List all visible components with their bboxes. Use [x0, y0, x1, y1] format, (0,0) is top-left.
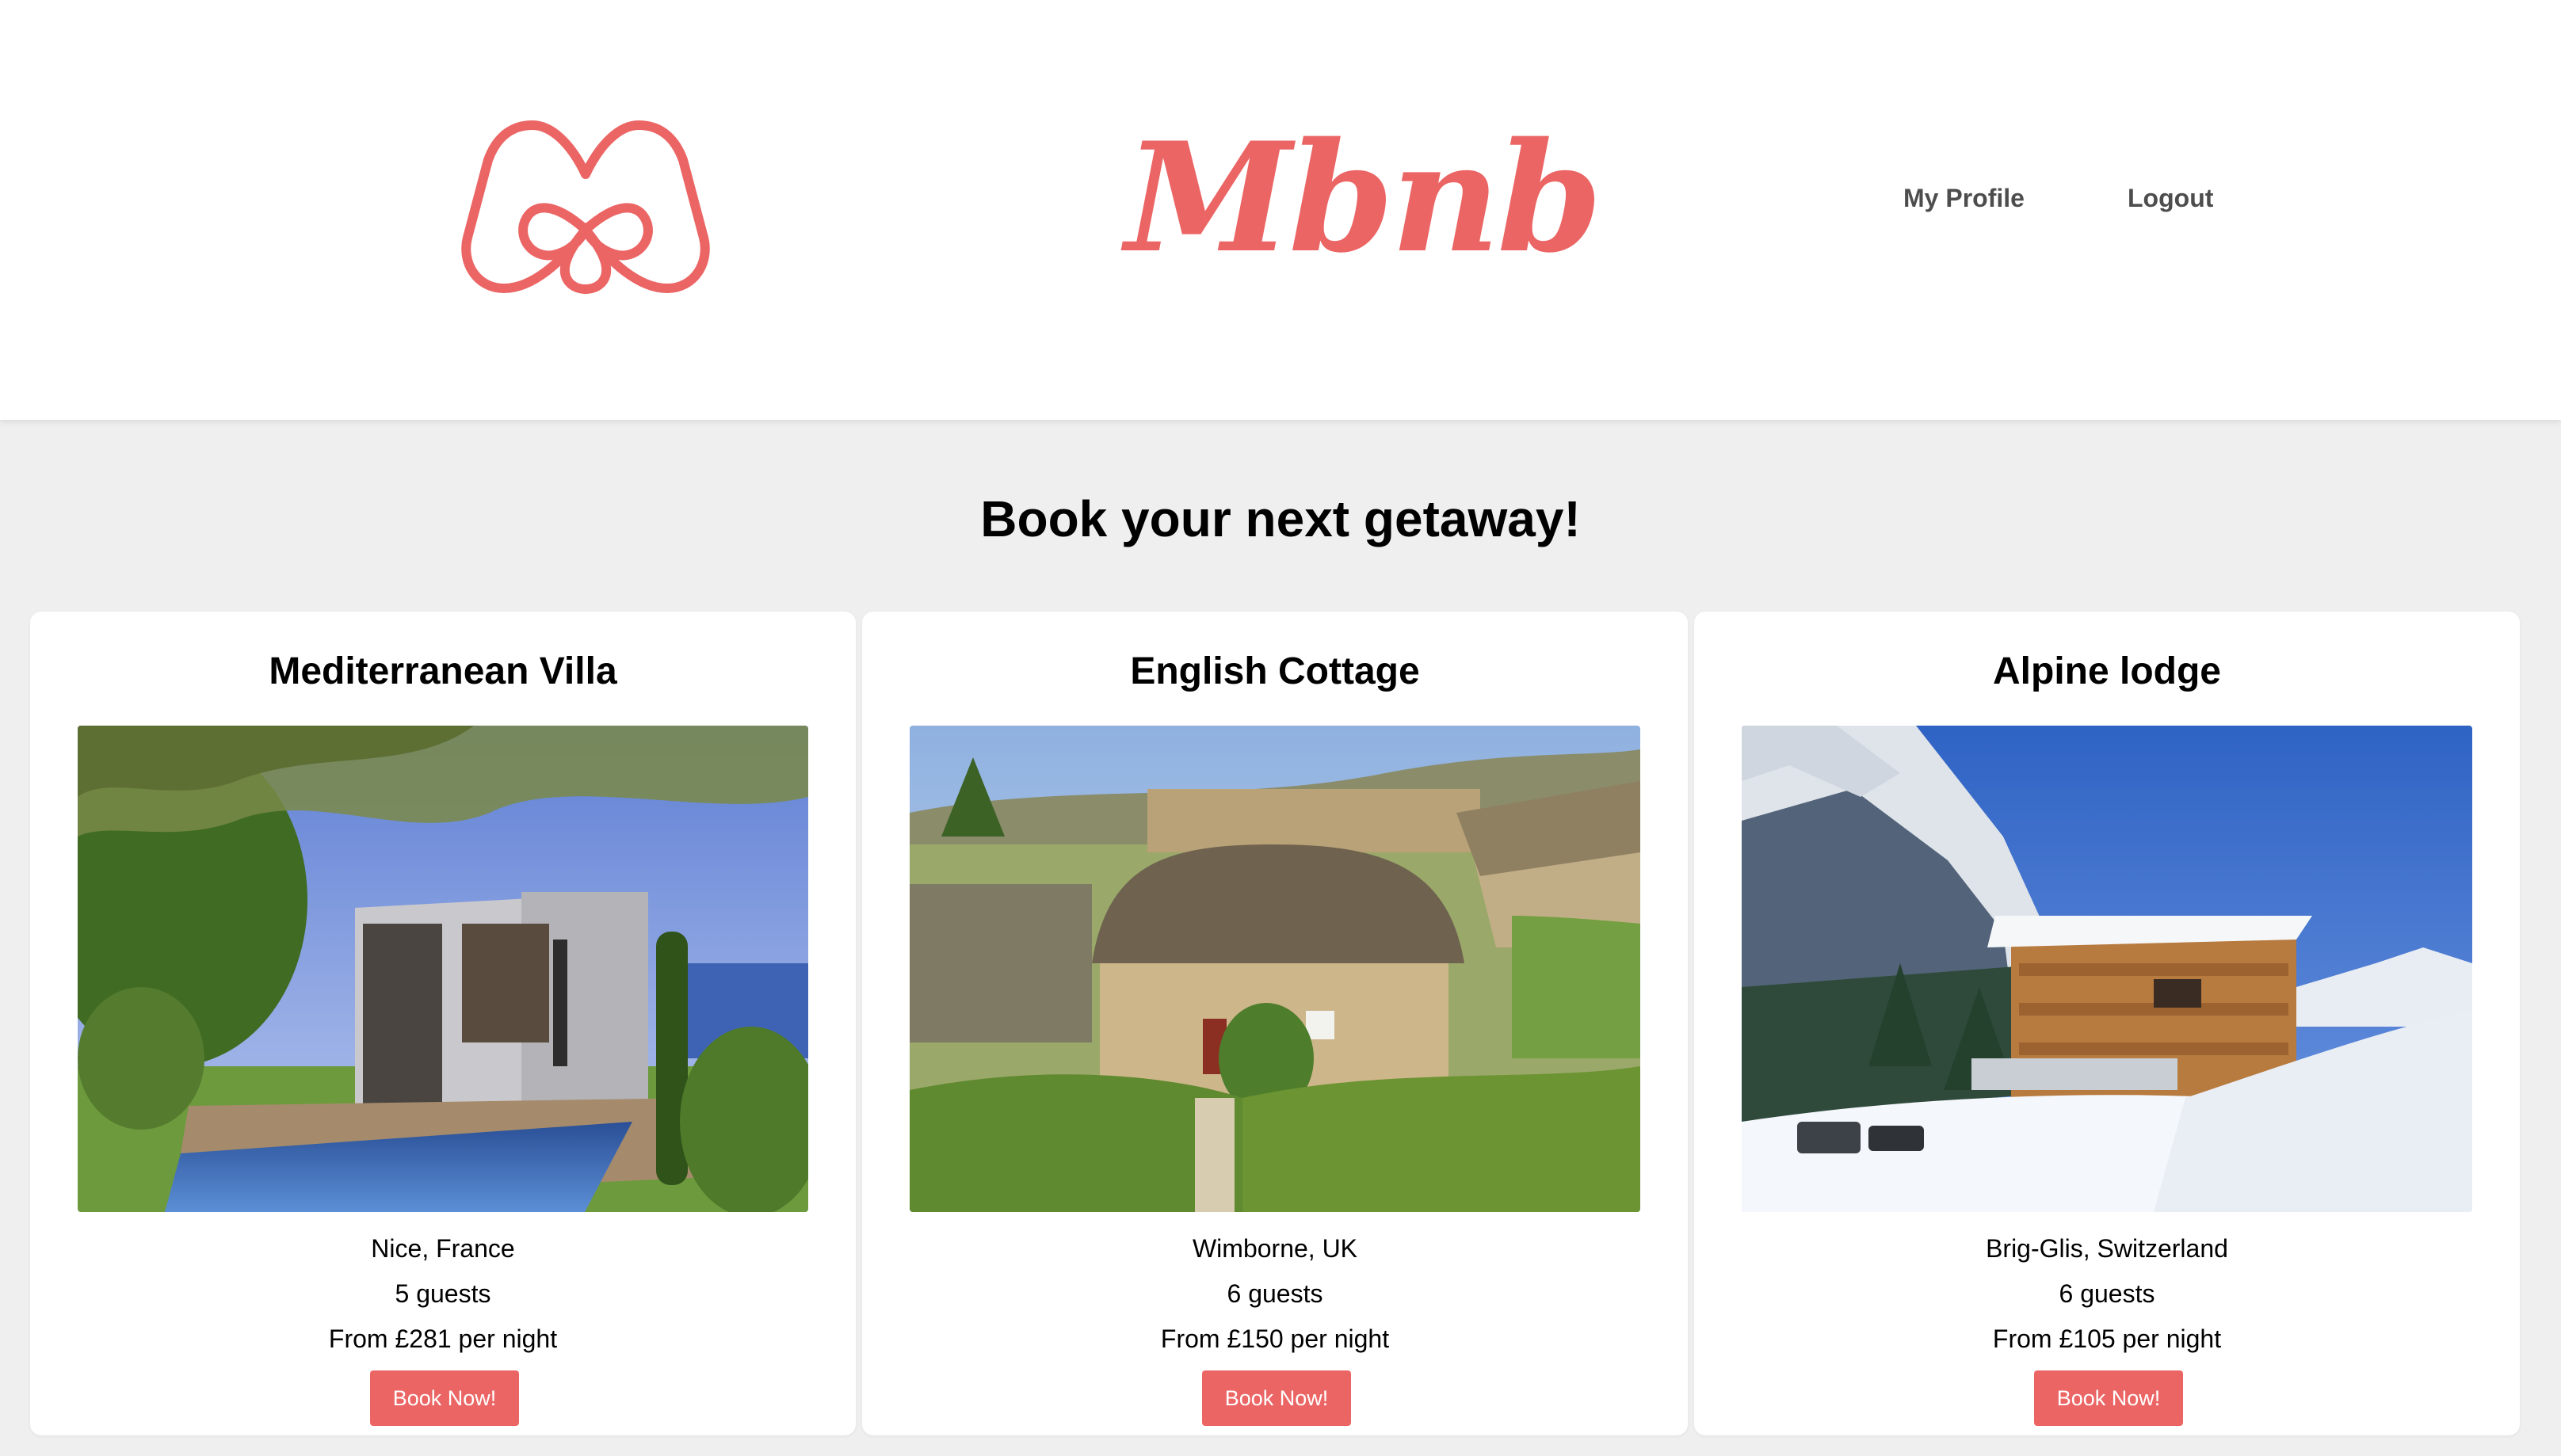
book-now-button[interactable]: Book Now!: [2034, 1370, 2183, 1426]
site-header: Mbnb My Profile Logout: [0, 0, 2561, 420]
listing-guests: 5 guests: [395, 1279, 491, 1308]
listing-location: Wimborne, UK: [1192, 1234, 1358, 1263]
listing-guests: 6 guests: [1227, 1279, 1323, 1308]
page-heading: Book your next getaway!: [980, 490, 1581, 547]
listing-photo-lodge: [1742, 726, 2472, 1212]
nav-logout-link[interactable]: Logout: [2128, 184, 2213, 213]
listing-price: From £281 per night: [328, 1325, 558, 1353]
book-now-button[interactable]: Book Now!: [370, 1370, 519, 1426]
listing-price: From £150 per night: [1160, 1325, 1390, 1353]
listing-location: Nice, France: [371, 1234, 515, 1263]
listing-location: Brig-Glis, Switzerland: [1986, 1234, 2228, 1263]
nav-my-profile-link[interactable]: My Profile: [1903, 184, 2025, 213]
listing-title: Mediterranean Villa: [269, 650, 617, 692]
listing-card: English Cottage Wimborne, UK 6 guests Fr…: [862, 612, 1688, 1435]
listing-title: Alpine lodge: [1993, 650, 2221, 692]
book-now-button[interactable]: Book Now!: [1202, 1370, 1351, 1426]
listing-title: English Cottage: [1130, 650, 1420, 692]
listing-card: Mediterranean Villa Nice, France 5 guest…: [30, 612, 856, 1435]
listing-price: From £105 per night: [1992, 1325, 2222, 1353]
listing-card: Alpine lodge Brig-Glis, Switzerland 6 gu…: [1694, 612, 2520, 1435]
brand-logo-text[interactable]: Mbnb: [1125, 111, 1602, 285]
listing-cards: Mediterranean Villa Nice, France 5 guest…: [30, 612, 2520, 1435]
listing-photo-villa: [78, 726, 808, 1212]
airbnb-belo-icon[interactable]: [460, 119, 712, 295]
listing-photo-cottage: [910, 726, 1640, 1212]
listing-guests: 6 guests: [2059, 1279, 2155, 1308]
